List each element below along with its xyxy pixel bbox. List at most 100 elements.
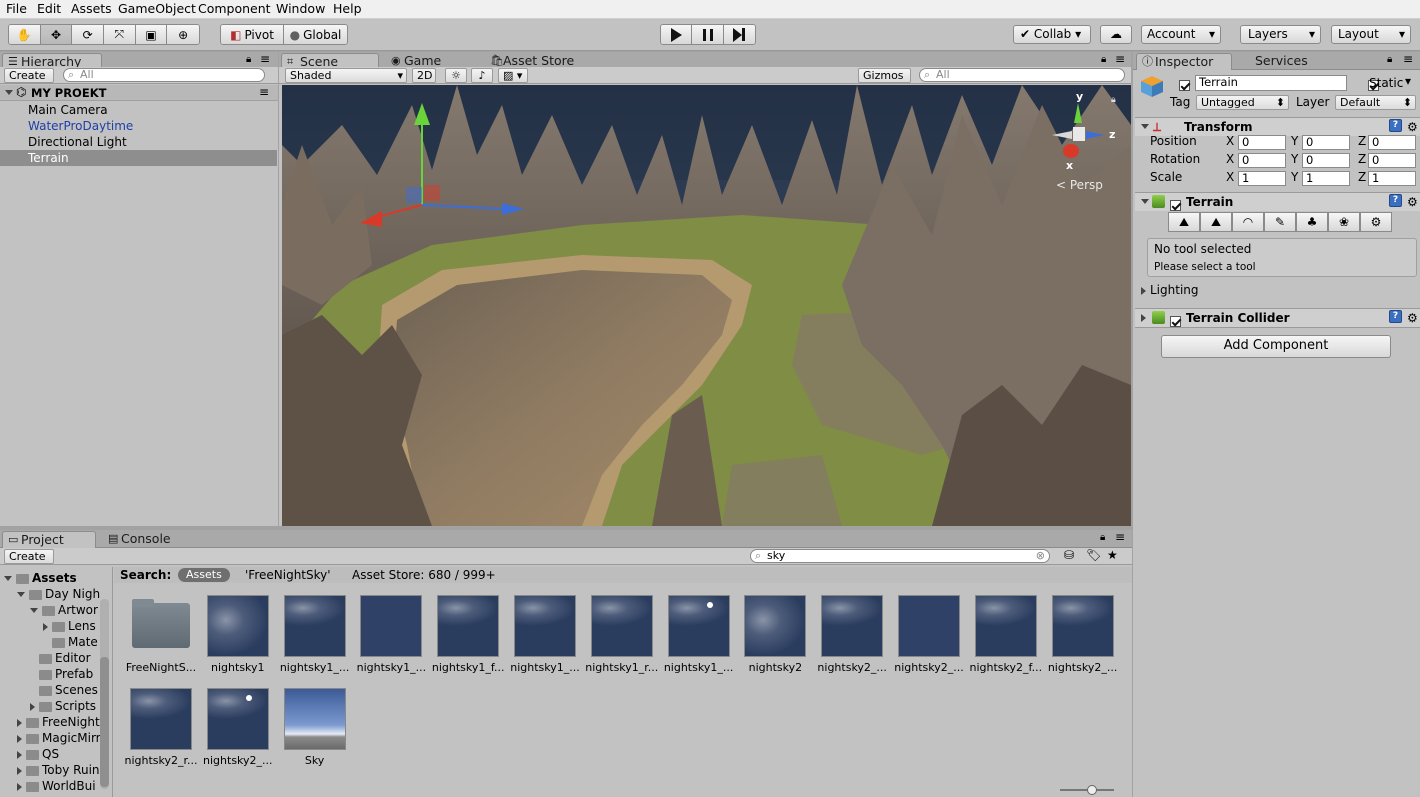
expand-icon[interactable]	[1141, 124, 1149, 129]
asset-item[interactable]: nightsky2_f...	[966, 595, 1046, 683]
step-button[interactable]	[723, 25, 755, 44]
project-create-button[interactable]: Create ▾	[4, 549, 54, 577]
move-tool-icon[interactable]: ✥	[40, 25, 73, 44]
settings-gear-icon[interactable]: ⚙	[1407, 118, 1418, 136]
folder-tree-item[interactable]: FreeNight	[17, 714, 100, 730]
clear-search-icon[interactable]: ⊗	[1036, 550, 1045, 562]
menu-gameobject[interactable]: GameObject	[118, 1, 196, 16]
transform-x-field[interactable]: 1	[1238, 171, 1286, 186]
folder-tree-item[interactable]: Scripts	[30, 698, 100, 714]
asset-item[interactable]: FreeNightS...	[121, 595, 201, 683]
asset-store-count[interactable]: Asset Store: 680 / 999+	[352, 568, 496, 582]
collapse-icon[interactable]	[30, 702, 35, 711]
effects-dropdown-icon[interactable]: ▨ ▾	[498, 68, 528, 83]
terrain-settings-icon[interactable]: ⚙	[1360, 212, 1392, 232]
menu-file[interactable]: File	[6, 1, 27, 16]
menu-component[interactable]: Component	[198, 1, 271, 16]
hierarchy-item[interactable]: Terrain	[0, 150, 277, 166]
layers-dropdown[interactable]: Layers ▾	[1240, 25, 1321, 44]
panel-menu-icon[interactable]: ≡	[260, 52, 270, 66]
raise-lower-icon[interactable]: ⛰	[1168, 212, 1200, 232]
settings-gear-icon[interactable]: ⚙	[1407, 309, 1418, 327]
global-button[interactable]: ● Global	[284, 25, 347, 44]
smooth-height-icon[interactable]: ◠	[1232, 212, 1264, 232]
folder-tree-item[interactable]: Mate	[43, 634, 100, 650]
panel-menu-icon[interactable]: ≡	[1115, 530, 1125, 544]
account-dropdown[interactable]: Account ▾	[1141, 25, 1221, 44]
tab-console[interactable]: ▤ Console	[103, 531, 193, 548]
panel-menu-icon[interactable]: ≡	[1115, 52, 1125, 66]
folder-tree-item[interactable]: Prefab	[30, 666, 100, 682]
menu-assets[interactable]: Assets	[71, 1, 112, 16]
hierarchy-item[interactable]: Directional Light	[0, 134, 277, 150]
rotate-tool-icon[interactable]: ⟳	[72, 25, 105, 44]
object-name-field[interactable]: Terrain	[1195, 75, 1347, 91]
collapse-icon[interactable]	[17, 782, 22, 791]
rect-tool-icon[interactable]: ▣	[135, 25, 168, 44]
lock-icon[interactable]: 🔒︎	[1100, 532, 1105, 543]
asset-item[interactable]: nightsky2_r...	[121, 688, 201, 776]
place-trees-icon[interactable]: ♣	[1296, 212, 1328, 232]
collapse-icon[interactable]	[1141, 314, 1146, 322]
folder-tree-item[interactable]: Lens	[43, 618, 100, 634]
audio-toggle-icon[interactable]: ♪	[471, 68, 493, 83]
expand-icon[interactable]	[30, 608, 38, 613]
expand-icon[interactable]	[17, 592, 25, 597]
asset-item[interactable]: nightsky1_...	[275, 595, 355, 683]
asset-item[interactable]: nightsky1	[198, 595, 278, 683]
folder-tree-item[interactable]: QS	[17, 746, 100, 762]
folder-tree-item[interactable]: Toby Ruin	[17, 762, 100, 778]
tab-inspector[interactable]: ⓘ Inspector	[1136, 53, 1232, 70]
folder-tree-item[interactable]: Scenes	[30, 682, 100, 698]
add-component-button[interactable]: Add Component	[1161, 335, 1391, 358]
transform-z-field[interactable]: 0	[1368, 135, 1416, 150]
gizmo-lock-icon[interactable]: 🔒︎	[1111, 95, 1116, 105]
paint-texture-icon[interactable]: ✎	[1264, 212, 1296, 232]
gizmos-dropdown[interactable]: Gizmos ▾	[858, 68, 911, 96]
collider-enabled-checkbox[interactable]	[1170, 316, 1181, 327]
asset-item[interactable]: nightsky2_...	[198, 688, 278, 776]
paint-details-icon[interactable]: ❀	[1328, 212, 1360, 232]
asset-item[interactable]: nightsky2_...	[812, 595, 892, 683]
folder-tree-item[interactable]: Day Nigh	[17, 586, 100, 602]
collapse-icon[interactable]	[17, 750, 22, 759]
hierarchy-create-button[interactable]: Create ▾	[4, 68, 54, 96]
filter-freenightsky[interactable]: 'FreeNightSky'	[245, 568, 331, 582]
transform-x-field[interactable]: 0	[1238, 153, 1286, 168]
layer-dropdown[interactable]: Default ⬍	[1335, 95, 1416, 110]
favorites-star-icon[interactable]: ★	[1107, 548, 1118, 562]
cloud-button[interactable]: ☁	[1100, 25, 1132, 44]
panel-menu-icon[interactable]: ≡	[1403, 52, 1413, 66]
asset-item[interactable]: Sky	[275, 688, 355, 776]
play-button[interactable]	[661, 25, 693, 44]
asset-item[interactable]: nightsky1_...	[351, 595, 431, 683]
collab-button[interactable]: ✔ Collab ▾	[1013, 25, 1091, 44]
folder-tree-item[interactable]: Artwor	[30, 602, 100, 618]
tab-services[interactable]: Services	[1237, 53, 1317, 70]
filter-label-icon[interactable]: 🏷︎	[1086, 548, 1101, 562]
transform-z-field[interactable]: 1	[1368, 171, 1416, 186]
scale-tool-icon[interactable]: ⤧	[104, 25, 136, 44]
projection-label[interactable]: < Persp	[1056, 178, 1103, 192]
zoom-slider-thumb[interactable]	[1087, 785, 1097, 795]
filter-type-icon[interactable]: ⛁	[1064, 548, 1074, 562]
transform-z-field[interactable]: 0	[1368, 153, 1416, 168]
asset-item[interactable]: nightsky1_r...	[582, 595, 662, 683]
expand-icon[interactable]	[1141, 199, 1149, 204]
collapse-icon[interactable]	[17, 718, 22, 727]
help-book-icon[interactable]: ?	[1389, 194, 1402, 207]
hierarchy-item[interactable]: WaterProDaytime	[0, 118, 277, 134]
menu-help[interactable]: Help	[333, 1, 362, 16]
static-dropdown-icon[interactable]: ▾	[1405, 74, 1411, 88]
hierarchy-search-input[interactable]: ⌕ All	[63, 68, 265, 82]
folder-tree-item[interactable]: Editor	[30, 650, 100, 666]
hierarchy-item[interactable]: Main Camera	[0, 102, 277, 118]
folder-tree-item[interactable]: WorldBui	[17, 778, 100, 794]
lighting-toggle-icon[interactable]: ☼	[445, 68, 467, 83]
collapse-icon[interactable]	[17, 766, 22, 775]
tag-dropdown[interactable]: Untagged ⬍	[1196, 95, 1289, 110]
folder-tree-item[interactable]: Assets	[4, 570, 100, 586]
scene-menu-icon[interactable]: ≡	[259, 85, 269, 99]
tree-scrollbar-thumb[interactable]	[100, 657, 109, 787]
transform-y-field[interactable]: 0	[1302, 153, 1350, 168]
